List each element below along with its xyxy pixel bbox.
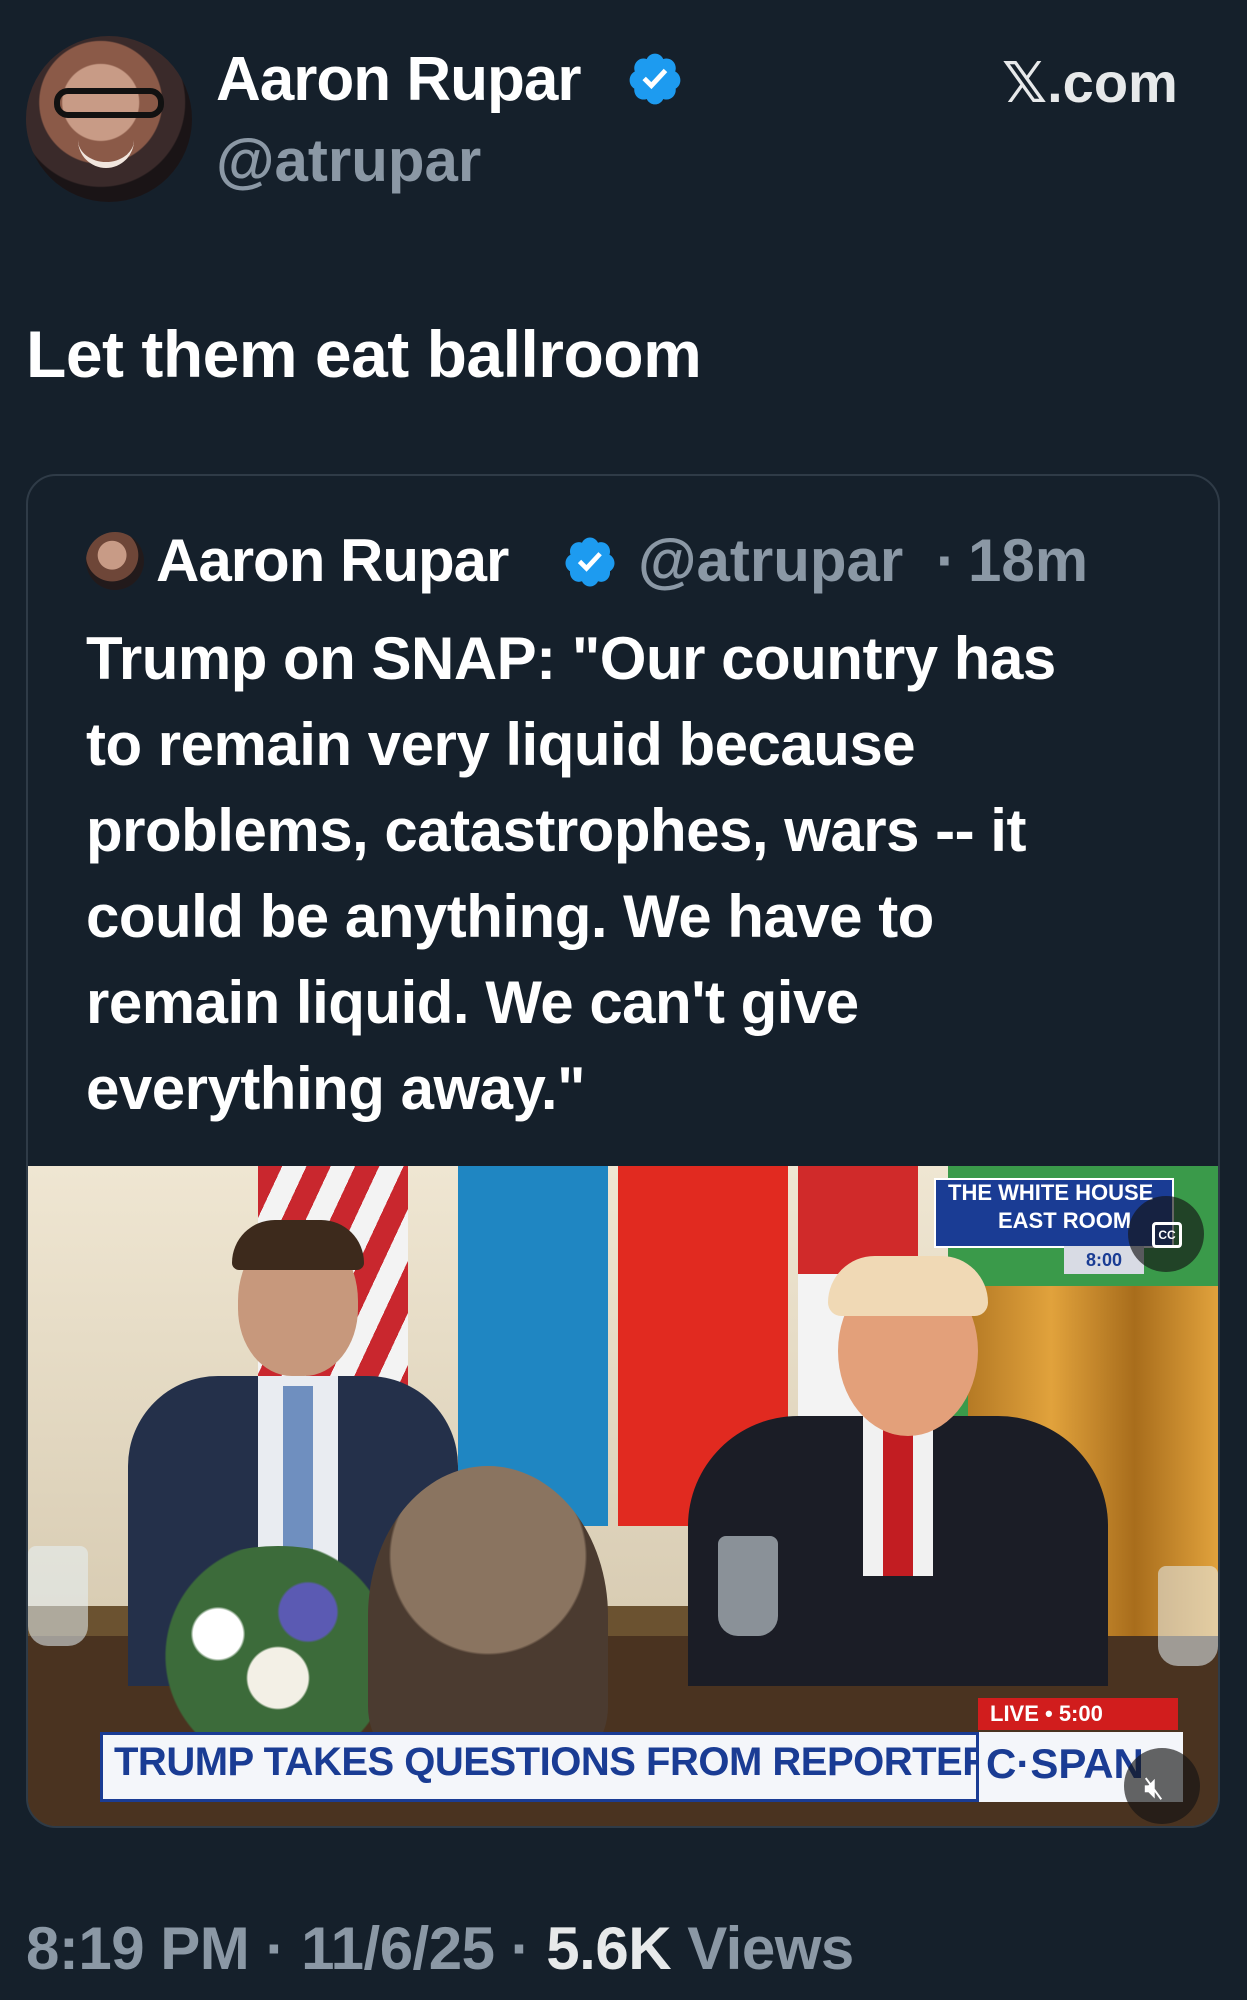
avatar-smile <box>78 140 134 168</box>
quoted-author-handle[interactable]: @atrupar <box>638 526 903 595</box>
water-glass <box>718 1536 778 1636</box>
separator-dot: · <box>265 1915 285 1982</box>
tweet-text: Let them eat ballroom <box>26 317 702 391</box>
speaker-muted-icon[interactable]: 🔇︎ <box>1144 1768 1164 1807</box>
tweet-time[interactable]: 8:19 PM <box>26 1915 250 1982</box>
views-count: 5.6K <box>546 1915 672 1982</box>
quoted-tweet-card[interactable]: Aaron Rupar @atrupar · 18m Trump on SNAP… <box>26 474 1220 1828</box>
quoted-tweet-time[interactable]: 18m <box>968 526 1088 595</box>
site-label: 𝕏.com <box>1002 51 1178 114</box>
verified-badge-icon <box>565 537 615 587</box>
views-label: Views <box>687 1915 854 1982</box>
quoted-author-name[interactable]: Aaron Rupar <box>156 526 509 595</box>
tweet-date[interactable]: 11/6/25 <box>301 1915 495 1982</box>
location-line2: EAST ROOM <box>998 1208 1132 1233</box>
separator-dot: · <box>510 1915 531 1982</box>
network-logo: C·SPAN <box>986 1740 1144 1787</box>
tweet-meta: 8:19 PM · 11/6/25 · 5.6K Views <box>26 1914 854 1983</box>
cc-icon[interactable]: CC <box>1152 1222 1182 1248</box>
lower-third-text: TRUMP TAKES QUESTIONS FROM REPORTERS <box>114 1740 1017 1784</box>
water-glass <box>28 1546 88 1646</box>
location-line1: THE WHITE HOUSE <box>948 1180 1154 1205</box>
video-player[interactable]: THE WHITE HOUSE EAST ROOM 8:00 CC LIVE •… <box>28 1166 1218 1826</box>
person-foreground <box>368 1466 608 1766</box>
avatar-glasses <box>54 88 164 118</box>
author-avatar[interactable] <box>26 36 192 202</box>
author-name[interactable]: Aaron Rupar <box>216 44 581 115</box>
verified-badge-icon <box>629 53 681 105</box>
separator-dot: · <box>936 527 956 594</box>
live-indicator: LIVE • 5:00 <box>978 1698 1178 1730</box>
quoted-author-avatar[interactable] <box>86 532 144 590</box>
quoted-tweet-text: Trump on SNAP: "Our country has to remai… <box>86 625 1056 1122</box>
author-handle[interactable]: @atrupar <box>216 126 481 195</box>
water-glass <box>1158 1566 1218 1666</box>
